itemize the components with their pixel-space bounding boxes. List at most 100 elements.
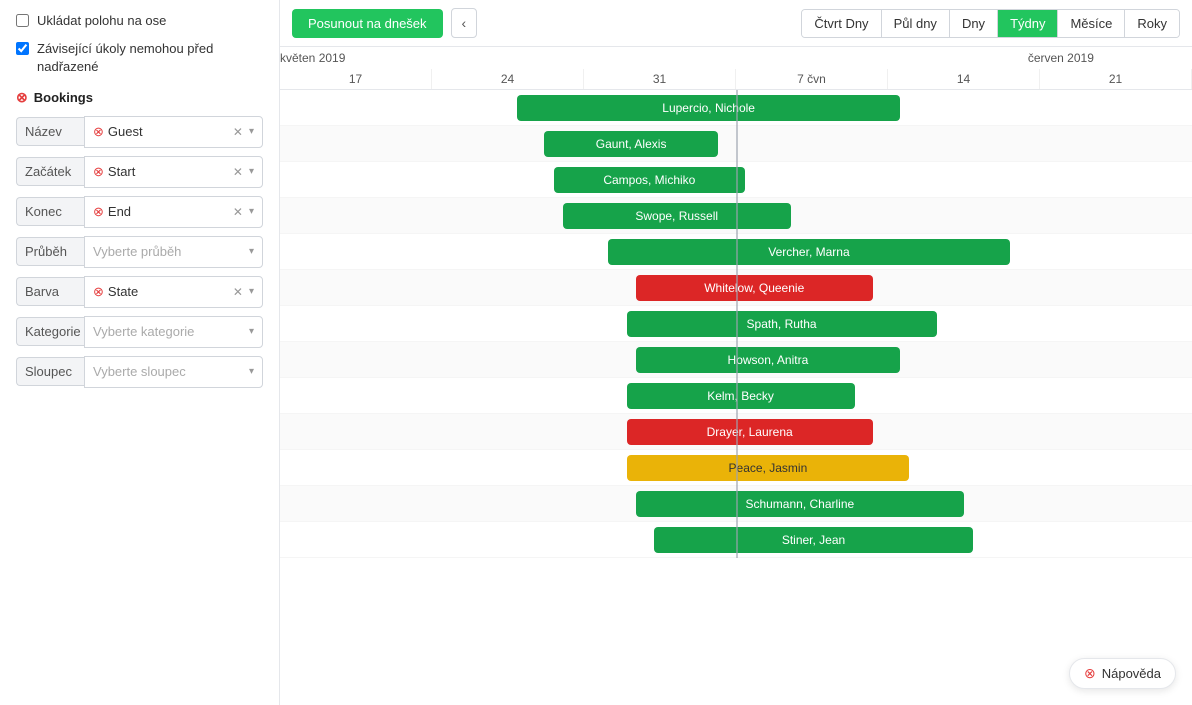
checkbox1-label: Ukládat polohu na ose <box>37 12 166 30</box>
field-value-6[interactable]: Vyberte sloupec ▾ <box>84 356 263 388</box>
field-clear-btn-2[interactable]: ✕ <box>233 205 243 219</box>
view-btn-0[interactable]: Čtvrt Dny <box>802 10 880 37</box>
checkbox1-row: Ukládat polohu na ose <box>16 12 263 30</box>
gantt-bar-8[interactable]: Kelm, Becky <box>627 383 855 409</box>
view-btn-5[interactable]: Roky <box>1124 10 1179 37</box>
gantt-row-9: Drayer, Laurena <box>280 414 1192 450</box>
bookings-icon: ⊗ <box>16 89 28 106</box>
field-placeholder-5: Vyberte kategorie <box>93 324 243 339</box>
checkbox1[interactable] <box>16 14 29 27</box>
gantt-row-2: Campos, Michiko <box>280 162 1192 198</box>
field-dropdown-btn-2[interactable]: ▾ <box>249 206 254 217</box>
gantt-row-6: Spath, Rutha <box>280 306 1192 342</box>
field-value-1[interactable]: ⊗Start✕▾ <box>84 156 263 188</box>
gantt-row-1: Gaunt, Alexis <box>280 126 1192 162</box>
bookings-section-title: ⊗ Bookings <box>16 89 263 106</box>
field-label-6: Sloupec <box>16 357 84 386</box>
field-value-text-0: Guest <box>108 124 227 139</box>
field-bookings-icon: ⊗ <box>93 124 104 140</box>
field-value-text-4: State <box>108 284 227 299</box>
field-row-6: Sloupec Vyberte sloupec ▾ <box>16 356 263 388</box>
help-button[interactable]: ⊗ Nápověda <box>1069 658 1176 689</box>
view-buttons: Čtvrt DnyPůl dnyDnyTýdnyMěsíceRoky <box>801 9 1180 38</box>
gantt-day-1: 24 <box>432 69 584 89</box>
field-label-0: Název <box>16 117 84 146</box>
gantt-row-7: Howson, Anitra <box>280 342 1192 378</box>
view-btn-2[interactable]: Dny <box>949 10 997 37</box>
gantt-days: 1724317 čvn1421 <box>280 69 1192 90</box>
field-value-text-1: Start <box>108 164 227 179</box>
gantt-day-0: 17 <box>280 69 432 89</box>
field-dropdown-btn-0[interactable]: ▾ <box>249 126 254 137</box>
gantt-month-1: červen 2019 <box>1028 51 1094 65</box>
gantt-bar-2[interactable]: Campos, Michiko <box>554 167 746 193</box>
gantt-bar-5[interactable]: Whitelow, Queenie <box>636 275 873 301</box>
field-row-0: Název ⊗ Guest ✕ ▾ <box>16 116 263 148</box>
help-icon: ⊗ <box>1084 665 1096 682</box>
toolbar-left: Posunout na dnešek ‹ <box>292 8 477 38</box>
gantt-timeline[interactable]: Lupercio, Nichole Gaunt, Alexis Campos, Mi… <box>280 90 1192 695</box>
gantt-area: květen 2019červen 2019 1724317 čvn1421 L… <box>280 47 1192 705</box>
field-dropdown-btn-5[interactable]: ▾ <box>249 326 254 337</box>
main-area: Posunout na dnešek ‹ Čtvrt DnyPůl dnyDny… <box>280 0 1192 705</box>
field-value-5[interactable]: Vyberte kategorie ▾ <box>84 316 263 348</box>
field-value-3[interactable]: Vyberte průběh ▾ <box>84 236 263 268</box>
field-label-1: Začátek <box>16 157 84 186</box>
gantt-months: květen 2019červen 2019 <box>280 47 1192 69</box>
today-button[interactable]: Posunout na dnešek <box>292 9 443 38</box>
gantt-bar-4[interactable]: Vercher, Marna <box>608 239 1009 265</box>
field-bookings-icon: ⊗ <box>93 204 104 220</box>
field-value-0[interactable]: ⊗ Guest ✕ ▾ <box>84 116 263 148</box>
field-row-4: Barva ⊗ State ✕ ▾ <box>16 276 263 308</box>
prev-button[interactable]: ‹ <box>451 8 478 38</box>
field-value-4[interactable]: ⊗ State ✕ ▾ <box>84 276 263 308</box>
gantt-row-10: Peace, Jasmin <box>280 450 1192 486</box>
help-label: Nápověda <box>1102 666 1161 681</box>
checkbox2-row: Závisející úkoly nemohou před nadřazené <box>16 40 263 76</box>
view-btn-4[interactable]: Měsíce <box>1057 10 1124 37</box>
field-placeholder-6: Vyberte sloupec <box>93 364 243 379</box>
gantt-bar-0[interactable]: Lupercio, Nichole <box>517 95 900 121</box>
gantt-day-3: 7 čvn <box>736 69 888 89</box>
gantt-row-11: Schumann, Charline <box>280 486 1192 522</box>
gantt-row-3: Swope, Russell <box>280 198 1192 234</box>
gantt-day-5: 21 <box>1040 69 1192 89</box>
toolbar: Posunout na dnešek ‹ Čtvrt DnyPůl dnyDny… <box>280 0 1192 47</box>
field-label-5: Kategorie <box>16 317 84 346</box>
gantt-row-0: Lupercio, Nichole <box>280 90 1192 126</box>
gantt-bar-6[interactable]: Spath, Rutha <box>627 311 937 337</box>
sidebar: Ukládat polohu na ose Závisející úkoly n… <box>0 0 280 705</box>
gantt-row-12: Stiner, Jean <box>280 522 1192 558</box>
field-dropdown-btn-4[interactable]: ▾ <box>249 286 254 297</box>
fields-container: Název ⊗ Guest ✕ ▾ Začátek ⊗ Start ✕ ▾ Konec ⊗ End ✕ ▾ P… <box>16 116 263 388</box>
field-row-5: Kategorie Vyberte kategorie ▾ <box>16 316 263 348</box>
view-btn-3[interactable]: Týdny <box>997 10 1057 37</box>
gantt-bar-10[interactable]: Peace, Jasmin <box>627 455 910 481</box>
section-label: Bookings <box>34 90 93 105</box>
field-label-4: Barva <box>16 277 84 306</box>
field-value-2[interactable]: ⊗ End ✕ ▾ <box>84 196 263 228</box>
field-clear-btn-4[interactable]: ✕ <box>233 285 243 299</box>
view-btn-1[interactable]: Půl dny <box>881 10 949 37</box>
gantt-row-5: Whitelow, Queenie <box>280 270 1192 306</box>
field-label-2: Konec <box>16 197 84 226</box>
field-dropdown-btn-6[interactable]: ▾ <box>249 366 254 377</box>
field-dropdown-btn-3[interactable]: ▾ <box>249 246 254 257</box>
field-clear-btn-1[interactable]: ✕ <box>233 165 243 179</box>
gantt-bar-9[interactable]: Drayer, Laurena <box>627 419 873 445</box>
field-label-3: Průběh <box>16 237 84 266</box>
field-clear-btn-0[interactable]: ✕ <box>233 125 243 139</box>
gantt-bar-3[interactable]: Swope, Russell <box>563 203 791 229</box>
field-value-text-2: End <box>108 204 227 219</box>
checkbox2[interactable] <box>16 42 29 55</box>
gantt-row-8: Kelm, Becky <box>280 378 1192 414</box>
gantt-rows: Lupercio, Nichole Gaunt, Alexis Campos, Mi… <box>280 90 1192 558</box>
gantt-row-4: Vercher, Marna <box>280 234 1192 270</box>
gantt-bar-1[interactable]: Gaunt, Alexis <box>544 131 717 157</box>
field-bookings-icon: ⊗ <box>93 284 104 300</box>
field-dropdown-btn-1[interactable]: ▾ <box>249 166 254 177</box>
gantt-bar-12[interactable]: Stiner, Jean <box>654 527 973 553</box>
field-placeholder-3: Vyberte průběh <box>93 244 243 259</box>
gantt-bar-7[interactable]: Howson, Anitra <box>636 347 900 373</box>
gantt-bar-11[interactable]: Schumann, Charline <box>636 491 964 517</box>
